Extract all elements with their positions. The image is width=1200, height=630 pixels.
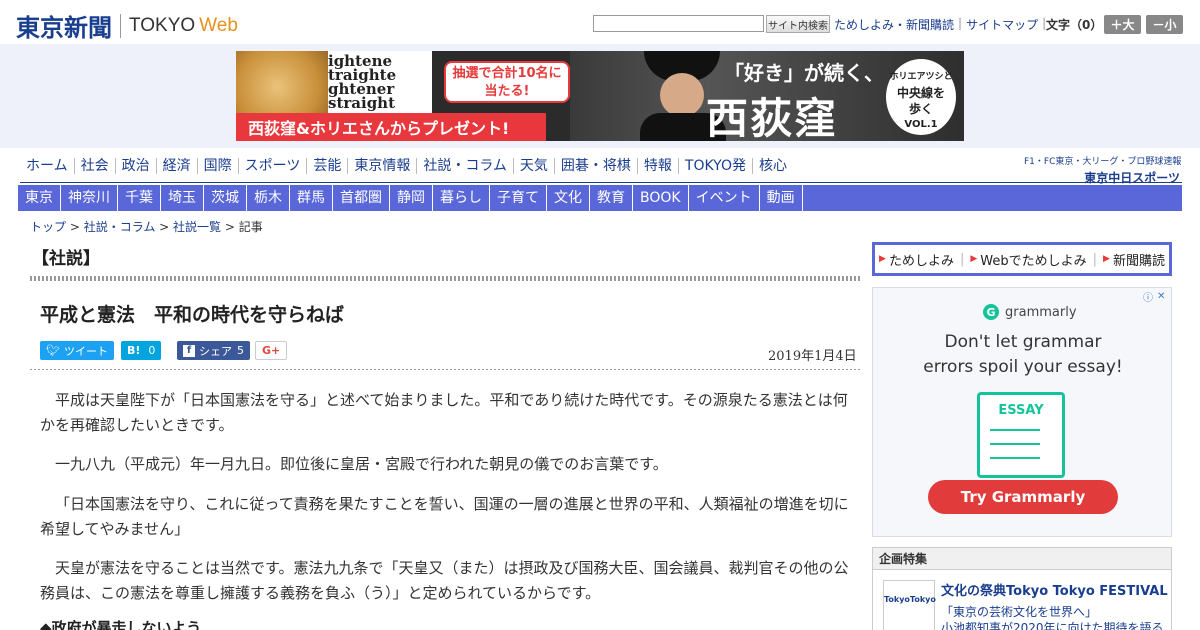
font-bigger-button[interactable]: ＋大 xyxy=(1104,15,1141,34)
logo-english: TOKYO xyxy=(129,14,196,36)
tweet-button[interactable]: 🐦︎ ツイート xyxy=(40,341,114,360)
banner-text-image: ightene traighte ghtener straight xyxy=(328,51,432,113)
logo-japanese: 東京新聞 xyxy=(16,13,112,42)
breadcrumb-editorial-list[interactable]: 社説一覧 xyxy=(173,220,221,234)
hatena-bookmark-button[interactable]: B! 0 xyxy=(121,341,162,360)
article-date: 2019年1月4日 xyxy=(768,349,857,364)
nav-item-core[interactable]: 核心 xyxy=(753,158,793,174)
region-item[interactable]: イベント xyxy=(689,185,760,211)
essay-document-icon: ESSAY xyxy=(977,392,1065,478)
region-item[interactable]: 栃木 xyxy=(247,185,290,211)
article-title: 平成と憲法 平和の時代を守らねば xyxy=(40,304,345,326)
nav-item-tokyo-info[interactable]: 東京情報 xyxy=(348,158,418,174)
region-item[interactable]: 教育 xyxy=(590,185,633,211)
region-item[interactable]: 東京 xyxy=(18,185,61,211)
arrow-right-icon: ▶ xyxy=(879,254,886,264)
feature-title-link[interactable]: 文化の祭典Tokyo Tokyo FESTIVAL xyxy=(941,580,1168,599)
feature-box: 企画特集 TokyoTokyo 文化の祭典Tokyo Tokyo FESTIVA… xyxy=(872,547,1172,630)
nav-item-international[interactable]: 国際 xyxy=(198,158,239,174)
region-item[interactable]: 静岡 xyxy=(390,185,433,211)
nav-item-society[interactable]: 社会 xyxy=(75,158,116,174)
nav-item-tokyo-hatsu[interactable]: TOKYO発 xyxy=(679,158,753,174)
grammarly-logo-icon: G xyxy=(983,304,999,320)
feature-thumbnail[interactable]: TokyoTokyo xyxy=(883,580,936,630)
font-smaller-button[interactable]: －小 xyxy=(1146,15,1183,34)
region-item[interactable]: 文化 xyxy=(547,185,590,211)
banner-copy-1: 「好き」が続く、 xyxy=(724,61,884,85)
article-paragraph: 「日本国憲法を守り、これに従って責務を果たすことを誓い、国運の一層の進展と世界の… xyxy=(40,495,849,538)
dotted-divider xyxy=(30,369,860,370)
nav-divider xyxy=(20,182,1182,183)
ad-choices[interactable]: ⓘ ✕ xyxy=(1143,289,1171,304)
facebook-icon: f xyxy=(183,344,195,357)
site-header: 東京新聞 TOKYO Web サイト内検索 ためしよみ・新聞購読 | サイトマッ… xyxy=(0,0,1200,44)
nav-item-economy[interactable]: 経済 xyxy=(157,158,198,174)
google-plus-button[interactable]: G+ xyxy=(255,341,288,360)
breadcrumb-current: 記事 xyxy=(238,220,263,234)
region-nav: 東京 神奈川 千葉 埼玉 茨城 栃木 群馬 首都圏 静岡 暮らし 子育て 文化 … xyxy=(18,185,1182,211)
region-item[interactable]: 千葉 xyxy=(118,185,161,211)
banner-copy-2: 西荻窪 xyxy=(706,94,839,141)
banner-red-strip: 西荻窪&ホリエさんからプレゼント! xyxy=(236,113,546,141)
region-item[interactable]: 動画 xyxy=(760,185,803,211)
breadcrumb-editorial[interactable]: 社説・コラム xyxy=(84,220,156,234)
subscribe-web-trial-link[interactable]: Webでためしよみ xyxy=(980,250,1086,269)
nav-item-go-shogi[interactable]: 囲碁・将棋 xyxy=(555,158,638,174)
logo-web: Web xyxy=(199,14,238,36)
site-search-button[interactable]: サイト内検索 xyxy=(766,15,830,33)
article-subhead: ◆政府が暴走しないよう xyxy=(40,619,202,630)
grammarly-ad[interactable]: ⓘ ✕ G grammarly Don't let grammar errors … xyxy=(872,287,1172,537)
nav-item-entertainment[interactable]: 芸能 xyxy=(307,158,349,174)
region-item[interactable]: 神奈川 xyxy=(61,185,118,211)
ad-headline-1: Don't let grammar xyxy=(944,332,1102,352)
nav-item-home[interactable]: ホーム xyxy=(20,158,75,174)
region-item[interactable]: 群馬 xyxy=(290,185,333,211)
article-paragraph: 一九八九（平成元）年一月九日。即位後に皇居・宮殿で行われた朝見の儀でのお言葉です… xyxy=(55,455,668,473)
logo-divider xyxy=(120,13,121,38)
main-nav: ホーム 社会 政治 経済 国際 スポーツ 芸能 東京情報 社説・コラム 天気 囲… xyxy=(20,158,793,174)
breadcrumb: トップ > 社説・コラム > 社説一覧 > 記事 xyxy=(30,220,263,234)
breadcrumb-top[interactable]: トップ xyxy=(30,220,66,234)
subscribe-link[interactable]: 新聞購読 xyxy=(1113,250,1165,269)
region-item[interactable]: 茨城 xyxy=(204,185,247,211)
article-paragraph: 平成は天皇陛下が「日本国憲法を守る」と述べて始まりました。平和であり続けた時代で… xyxy=(40,391,848,434)
dotted-divider xyxy=(30,276,860,281)
region-item[interactable]: BOOK xyxy=(633,185,689,211)
section-label: 【社説】 xyxy=(32,249,100,269)
site-logo[interactable]: 東京新聞 TOKYO Web xyxy=(16,8,238,43)
nav-item-special[interactable]: 特報 xyxy=(638,158,679,174)
header-links: ためしよみ・新聞購読 | サイトマップ | xyxy=(834,16,1050,33)
arrow-right-icon: ▶ xyxy=(970,254,978,264)
header-link-separator: | xyxy=(958,16,963,30)
nav-item-politics[interactable]: 政治 xyxy=(116,158,157,174)
banner-person-face xyxy=(660,73,704,117)
arrow-right-icon: ▶ xyxy=(1103,254,1110,264)
banner-disc: ホリエアツシと 中央線を 歩く VOL.1 xyxy=(886,59,956,135)
try-grammarly-button[interactable]: Try Grammarly xyxy=(928,480,1118,514)
subscribe-box: ▶ ためしよみ | ▶ Webでためしよみ | ▶ 新聞購読 xyxy=(872,242,1172,276)
region-item[interactable]: 埼玉 xyxy=(161,185,204,211)
nav-item-sports[interactable]: スポーツ xyxy=(239,158,308,174)
article-paragraph: 天皇が憲法を守ることは当然です。憲法九九条で「天皇又（また）は摂政及び国務大臣、… xyxy=(40,559,849,602)
nav-item-weather[interactable]: 天気 xyxy=(514,158,555,174)
header-link-sitemap[interactable]: サイトマップ xyxy=(966,16,1038,33)
banner-bubble: 抽選で合計10名に 当たる! xyxy=(444,61,570,103)
ad-brand: G grammarly xyxy=(983,304,1077,320)
region-item[interactable]: 暮らし xyxy=(433,185,490,211)
font-size-label: 文字（0） xyxy=(1046,18,1103,32)
close-icon: ✕ xyxy=(1157,290,1166,302)
region-item[interactable]: 子育て xyxy=(490,185,547,211)
nav-item-editorial[interactable]: 社説・コラム xyxy=(417,158,514,174)
site-search-input[interactable] xyxy=(593,15,764,32)
facebook-share-button[interactable]: f シェア 5 xyxy=(177,341,250,360)
feature-heading: 企画特集 xyxy=(873,548,1171,570)
region-item[interactable]: 首都圏 xyxy=(333,185,390,211)
ad-headline-2: errors spoil your essay! xyxy=(923,357,1123,377)
bird-icon: 🐦︎ xyxy=(46,344,60,357)
feature-subtitle[interactable]: 「東京の芸術文化を世界へ」 小池都知事が2020年に向けた期待を語る xyxy=(941,604,1164,630)
subscribe-trial-link[interactable]: ためしよみ xyxy=(889,250,954,269)
header-link-subscribe[interactable]: ためしよみ・新聞購読 xyxy=(834,16,954,33)
info-icon: ⓘ xyxy=(1143,292,1153,304)
banner-ad[interactable]: ightene traighte ghtener straight 抽選で合計1… xyxy=(236,51,964,141)
